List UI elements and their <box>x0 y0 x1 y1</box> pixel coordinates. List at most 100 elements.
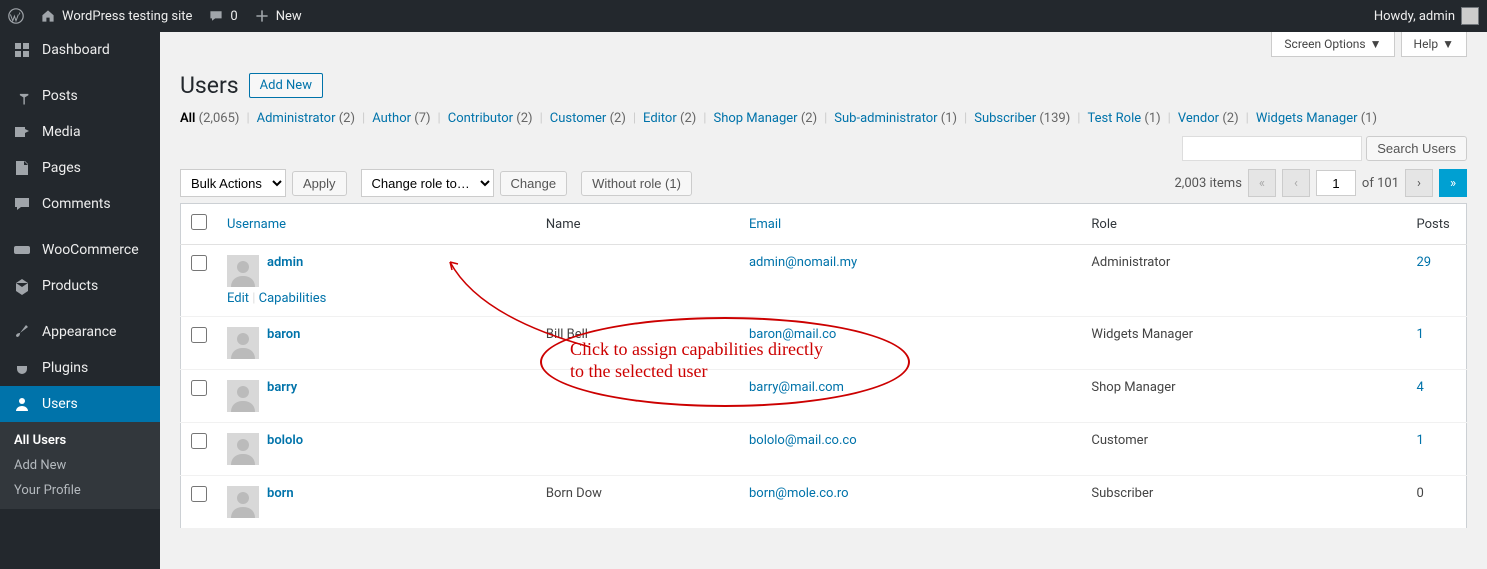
filter-sub-administrator[interactable]: Sub-administrator <box>834 111 937 126</box>
comments-link[interactable]: 0 <box>208 8 237 24</box>
plugin-icon <box>12 358 32 378</box>
email-link[interactable]: admin@nomail.my <box>749 255 857 270</box>
search-input[interactable] <box>1182 136 1362 161</box>
role-filters: All (2,065)|Administrator (2)|Author (7)… <box>180 111 1467 126</box>
help-button[interactable]: Help ▼ <box>1401 32 1467 57</box>
sidebar-item-appearance[interactable]: Appearance <box>0 314 160 350</box>
change-role-select[interactable]: Change role to… <box>361 169 494 197</box>
filter-test-role[interactable]: Test Role <box>1087 111 1141 126</box>
sidebar-item-products[interactable]: Products <box>0 268 160 304</box>
col-posts: Posts <box>1407 204 1467 245</box>
page-title: Users <box>180 72 239 99</box>
without-role-button[interactable]: Without role (1) <box>581 171 692 196</box>
sidebar-item-posts[interactable]: Posts <box>0 78 160 114</box>
col-username[interactable]: Username <box>217 204 536 245</box>
edit-link[interactable]: Edit <box>227 291 249 306</box>
submenu-all-users[interactable]: All Users <box>0 428 160 453</box>
account-link[interactable]: Howdy, admin <box>1374 7 1479 25</box>
role-cell: Shop Manager <box>1081 370 1406 423</box>
screen-options-button[interactable]: Screen Options ▼ <box>1271 32 1394 57</box>
filter-contributor[interactable]: Contributor <box>448 111 513 126</box>
avatar <box>227 327 259 359</box>
username-link[interactable]: bololo <box>267 433 303 448</box>
username-link[interactable]: barry <box>267 380 297 395</box>
posts-link[interactable]: 29 <box>1417 255 1432 270</box>
chevron-down-icon: ▼ <box>1442 37 1454 51</box>
sidebar-item-plugins[interactable]: Plugins <box>0 350 160 386</box>
avatar <box>227 380 259 412</box>
table-row: adminEdit | Capabilitiesadmin@nomail.myA… <box>181 245 1467 317</box>
avatar <box>227 486 259 518</box>
current-page-input[interactable] <box>1316 170 1356 196</box>
role-cell: Widgets Manager <box>1081 317 1406 370</box>
row-checkbox[interactable] <box>191 327 207 343</box>
bulk-actions-select[interactable]: Bulk Actions <box>180 169 286 197</box>
avatar <box>227 255 259 287</box>
user-icon <box>12 394 32 414</box>
add-new-button[interactable]: Add New <box>249 73 323 98</box>
apply-button[interactable]: Apply <box>292 171 347 196</box>
last-page-button[interactable]: » <box>1439 169 1467 197</box>
change-button[interactable]: Change <box>500 171 568 196</box>
table-row: barry barry@mail.com Shop Manager 4 <box>181 370 1467 423</box>
wp-logo[interactable] <box>8 8 24 24</box>
username-link[interactable]: baron <box>267 327 300 342</box>
filter-shop-manager[interactable]: Shop Manager <box>713 111 797 126</box>
email-link[interactable]: barry@mail.com <box>749 380 844 395</box>
new-label: New <box>276 9 302 24</box>
filter-widgets-manager[interactable]: Widgets Manager <box>1256 111 1358 126</box>
filter-author[interactable]: Author <box>372 111 411 126</box>
capabilities-link[interactable]: Capabilities <box>259 291 327 306</box>
username-link[interactable]: admin <box>267 255 303 270</box>
new-link[interactable]: New <box>254 8 302 24</box>
table-row: bornBorn Dowborn@mole.co.roSubscriber0 <box>181 476 1467 529</box>
chevron-down-icon: ▼ <box>1370 37 1382 51</box>
plus-icon <box>254 8 270 24</box>
site-link[interactable]: WordPress testing site <box>40 8 192 24</box>
row-checkbox[interactable] <box>191 255 207 271</box>
name-cell <box>536 423 739 476</box>
filter-administrator[interactable]: Administrator <box>257 111 336 126</box>
admin-sidebar: Dashboard PostsMediaPagesComments WooComme… <box>0 32 160 569</box>
posts-link[interactable]: 1 <box>1417 327 1424 342</box>
filter-customer[interactable]: Customer <box>550 111 607 126</box>
product-icon <box>12 276 32 296</box>
sidebar-item-pages[interactable]: Pages <box>0 150 160 186</box>
sidebar-item-users[interactable]: Users <box>0 386 160 422</box>
select-all-checkbox[interactable] <box>191 214 207 230</box>
submenu-add-new[interactable]: Add New <box>0 453 160 478</box>
row-checkbox[interactable] <box>191 380 207 396</box>
submenu-your-profile[interactable]: Your Profile <box>0 478 160 503</box>
filter-all[interactable]: All <box>180 111 195 126</box>
email-link[interactable]: baron@mail.co <box>749 327 836 342</box>
search-button[interactable]: Search Users <box>1366 136 1467 161</box>
filter-editor[interactable]: Editor <box>643 111 677 126</box>
email-link[interactable]: bololo@mail.co.co <box>749 433 857 448</box>
sidebar-item-dashboard[interactable]: Dashboard <box>0 32 160 68</box>
prev-page-button[interactable]: ‹ <box>1282 169 1310 197</box>
posts-link[interactable]: 4 <box>1417 380 1424 395</box>
comment-icon <box>12 194 32 214</box>
comments-count: 0 <box>230 9 237 24</box>
site-title: WordPress testing site <box>62 9 192 24</box>
col-email[interactable]: Email <box>739 204 1081 245</box>
sidebar-item-woocommerce[interactable]: WooCommerce <box>0 232 160 268</box>
sidebar-item-media[interactable]: Media <box>0 114 160 150</box>
posts-link[interactable]: 1 <box>1417 433 1424 448</box>
username-link[interactable]: born <box>267 486 294 501</box>
filter-vendor[interactable]: Vendor <box>1178 111 1219 126</box>
next-page-button[interactable]: › <box>1405 169 1433 197</box>
table-row: bololobololo@mail.co.coCustomer1 <box>181 423 1467 476</box>
email-link[interactable]: born@mole.co.ro <box>749 486 849 501</box>
filter-subscriber[interactable]: Subscriber <box>974 111 1036 126</box>
row-checkbox[interactable] <box>191 433 207 449</box>
name-cell: Born Dow <box>536 476 739 529</box>
items-count: 2,003 items <box>1174 176 1241 191</box>
name-cell <box>536 370 739 423</box>
sidebar-item-comments[interactable]: Comments <box>0 186 160 222</box>
role-cell: Administrator <box>1081 245 1406 317</box>
comment-icon <box>208 8 224 24</box>
first-page-button[interactable]: « <box>1248 169 1276 197</box>
row-checkbox[interactable] <box>191 486 207 502</box>
posts-link: 0 <box>1417 486 1424 501</box>
